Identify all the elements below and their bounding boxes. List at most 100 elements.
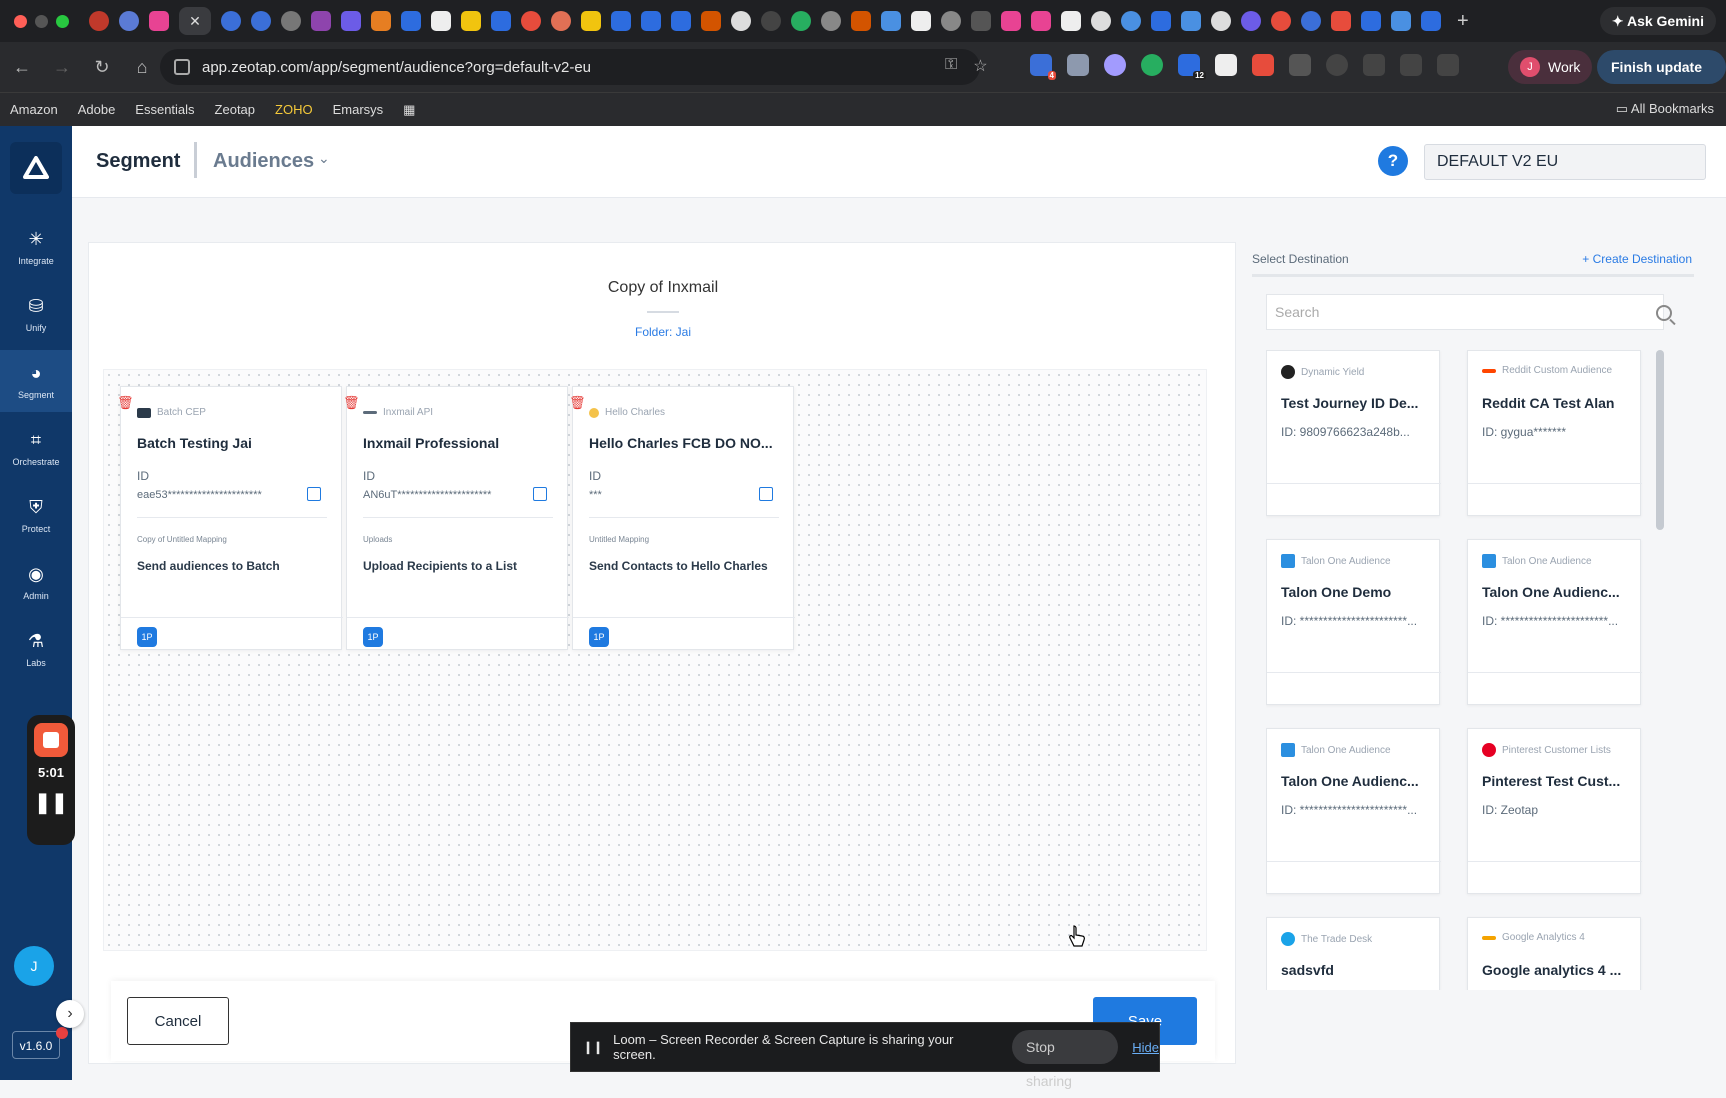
- sidebar-item-unify[interactable]: ⛁ Unify: [0, 283, 72, 345]
- tab-favicon[interactable]: [761, 11, 781, 31]
- extension-icon[interactable]: 4: [1030, 54, 1056, 80]
- copy-icon[interactable]: [759, 487, 773, 501]
- bookmark-zoho[interactable]: ZOHO: [275, 102, 313, 117]
- sidebar-item-orchestrate[interactable]: ⌗ Orchestrate: [0, 417, 72, 479]
- tab-favicon[interactable]: [971, 11, 991, 31]
- tab-favicon[interactable]: [221, 11, 241, 31]
- extension-icon[interactable]: [1252, 54, 1274, 76]
- panel-scrollbar[interactable]: [1656, 350, 1664, 530]
- extension-icon[interactable]: [1215, 54, 1237, 76]
- destination-option-card[interactable]: Google Analytics 4 Google analytics 4 ..…: [1467, 917, 1641, 990]
- tab-favicon[interactable]: [461, 11, 481, 31]
- tab-favicon[interactable]: [311, 11, 331, 31]
- tab-favicon[interactable]: [431, 11, 451, 31]
- active-tab-close-icon[interactable]: ✕: [179, 7, 211, 35]
- org-selector[interactable]: DEFAULT V2 EU: [1424, 144, 1706, 180]
- help-icon[interactable]: ?: [1378, 146, 1408, 176]
- destination-card[interactable]: 🗑 Hello Charles Hello Charles FCB DO NO.…: [569, 386, 795, 650]
- tab-favicon[interactable]: [851, 11, 871, 31]
- tab-favicon[interactable]: [821, 11, 841, 31]
- destination-option-card[interactable]: Dynamic Yield Test Journey ID De... ID: …: [1266, 350, 1441, 516]
- extension-icon[interactable]: [1104, 54, 1126, 76]
- tab-favicon[interactable]: [1211, 11, 1231, 31]
- tab-favicon[interactable]: [1331, 11, 1351, 31]
- destination-option-card[interactable]: Talon One Audience Talon One Audienc... …: [1467, 539, 1642, 705]
- ask-gemini-button[interactable]: ✦ Ask Gemini: [1599, 7, 1716, 35]
- tab-favicon[interactable]: [1151, 11, 1171, 31]
- sidebar-item-integrate[interactable]: ✳ Integrate: [0, 216, 72, 278]
- download-icon[interactable]: [1363, 54, 1385, 76]
- maximize-window-button[interactable]: [56, 14, 69, 28]
- expand-sidebar-chevron-icon[interactable]: ›: [56, 1000, 84, 1028]
- bookmark-amazon[interactable]: Amazon: [10, 102, 58, 117]
- new-tab-icon[interactable]: +: [1457, 10, 1469, 33]
- finish-update-button[interactable]: Finish update ⋮: [1597, 50, 1726, 109]
- tab-favicon[interactable]: [149, 11, 169, 31]
- zeotap-logo[interactable]: [10, 142, 62, 194]
- lens-icon[interactable]: [1400, 54, 1422, 76]
- sidebar-item-segment[interactable]: ◕ Segment: [0, 350, 72, 412]
- history-icon[interactable]: [1326, 54, 1348, 76]
- bookmark-essentials[interactable]: Essentials: [135, 102, 194, 117]
- back-arrow-icon[interactable]: ←: [4, 57, 40, 78]
- tab-favicon[interactable]: [521, 11, 541, 31]
- stop-recording-button[interactable]: [34, 723, 68, 757]
- minimize-window-button[interactable]: [35, 14, 48, 28]
- all-bookmarks[interactable]: ▭ All Bookmarks: [1616, 101, 1714, 117]
- tab-favicon[interactable]: [1421, 11, 1441, 31]
- tab-favicon[interactable]: [731, 11, 751, 31]
- cancel-button[interactable]: Cancel: [127, 997, 229, 1045]
- tab-favicon[interactable]: [1061, 11, 1081, 31]
- tab-favicon[interactable]: [641, 11, 661, 31]
- destination-option-card[interactable]: Talon One Audience Talon One Audienc... …: [1266, 728, 1441, 894]
- hide-link[interactable]: Hide: [1132, 1040, 1159, 1055]
- tab-favicon[interactable]: [671, 11, 691, 31]
- tab-favicon[interactable]: [1181, 11, 1201, 31]
- tab-favicon[interactable]: [581, 11, 601, 31]
- forward-arrow-icon[interactable]: →: [44, 57, 80, 78]
- delete-trash-icon[interactable]: 🗑: [569, 395, 586, 411]
- tab-favicon[interactable]: [1121, 11, 1141, 31]
- destination-option-card[interactable]: Talon One Audience Talon One Demo ID: **…: [1266, 539, 1441, 705]
- copy-icon[interactable]: [307, 487, 321, 501]
- copy-icon[interactable]: [533, 487, 547, 501]
- tab-favicon[interactable]: [1301, 11, 1321, 31]
- tab-favicon[interactable]: [89, 11, 109, 31]
- audiences-dropdown[interactable]: Audiences: [213, 150, 314, 173]
- destination-option-card[interactable]: The Trade Desk sadsvfd: [1266, 917, 1440, 990]
- tab-favicon[interactable]: [281, 11, 301, 31]
- search-input[interactable]: Search: [1266, 294, 1664, 330]
- tab-favicon[interactable]: [401, 11, 421, 31]
- tab-favicon[interactable]: [491, 11, 511, 31]
- tab-favicon[interactable]: [791, 11, 811, 31]
- sidebar-item-labs[interactable]: ⚗ Labs: [0, 618, 72, 680]
- tab-favicon[interactable]: [371, 11, 391, 31]
- bookmark-zeotap[interactable]: Zeotap: [215, 102, 255, 117]
- stop-sharing-button[interactable]: Stop sharing: [1011, 1030, 1119, 1089]
- shield-extension-icon[interactable]: [1067, 54, 1089, 76]
- tab-favicon[interactable]: [1361, 11, 1381, 31]
- bookmark-star-icon[interactable]: ☆: [973, 56, 987, 76]
- tab-favicon[interactable]: [1091, 11, 1111, 31]
- site-settings-icon[interactable]: [174, 59, 190, 75]
- tab-favicon[interactable]: [1001, 11, 1021, 31]
- sidebar-item-admin[interactable]: ◉ Admin: [0, 551, 72, 613]
- address-bar[interactable]: app.zeotap.com/app/segment/audience?org=…: [160, 49, 980, 85]
- tab-favicon[interactable]: [1241, 11, 1261, 31]
- user-avatar[interactable]: J: [14, 946, 54, 986]
- tab-favicon[interactable]: [119, 11, 139, 31]
- tab-favicon[interactable]: [881, 11, 901, 31]
- tab-favicon[interactable]: [911, 11, 931, 31]
- audience-name[interactable]: Copy of Inxmail: [89, 279, 1237, 297]
- reload-icon[interactable]: ↻: [84, 57, 120, 78]
- tab-favicon[interactable]: [251, 11, 271, 31]
- bookmark-adobe[interactable]: Adobe: [78, 102, 116, 117]
- tab-favicon[interactable]: [341, 11, 361, 31]
- chevron-down-icon[interactable]: ⌄: [318, 150, 330, 167]
- delete-trash-icon[interactable]: 🗑: [343, 395, 360, 411]
- close-window-button[interactable]: [14, 14, 27, 28]
- pause-icon[interactable]: ❚❚: [34, 790, 68, 815]
- profile-button[interactable]: J Work: [1508, 50, 1593, 84]
- tab-favicon[interactable]: [611, 11, 631, 31]
- side-panel-icon[interactable]: [1437, 54, 1459, 76]
